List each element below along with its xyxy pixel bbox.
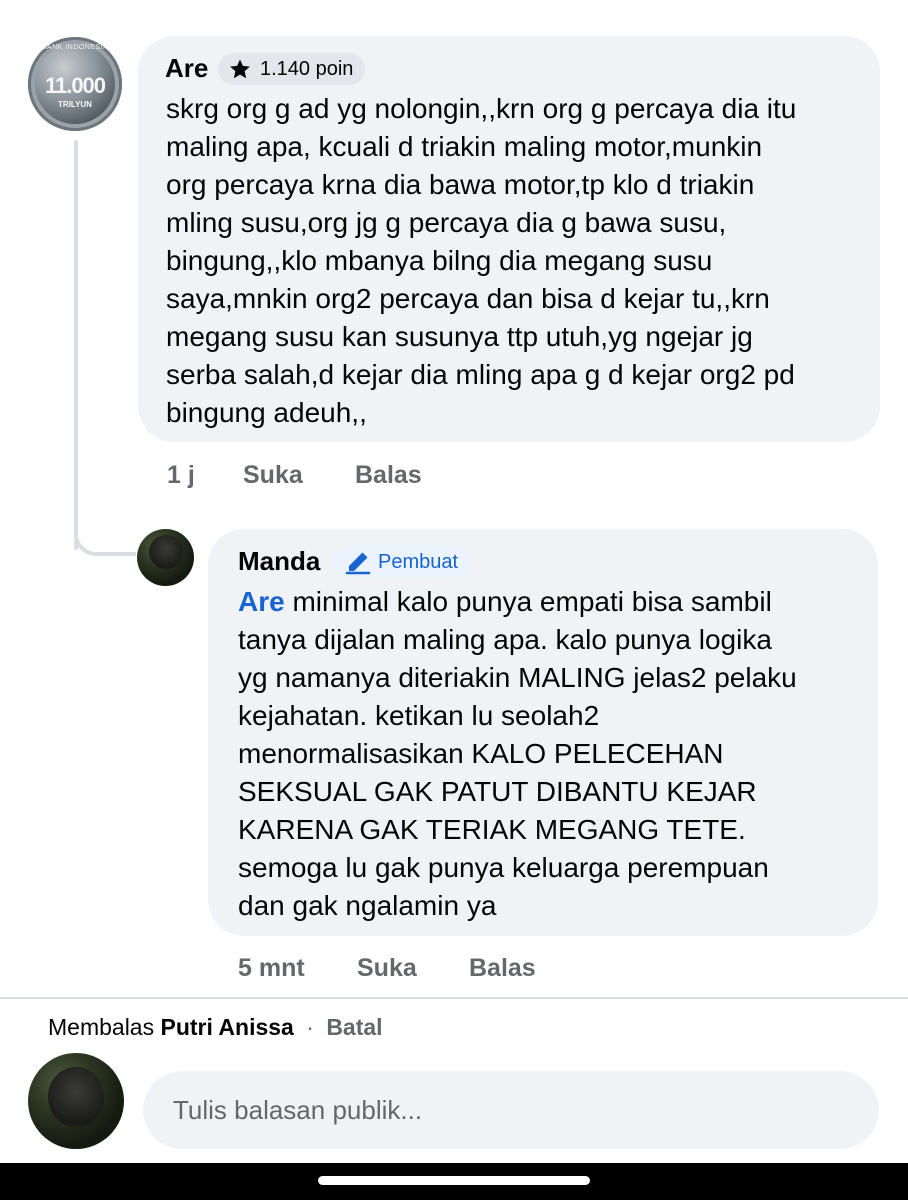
comment-timestamp[interactable]: 1 j <box>167 460 195 490</box>
points-badge[interactable]: 1.140 poin <box>218 53 366 85</box>
replying-prefix: Membalas <box>48 1014 155 1040</box>
commenter-avatar[interactable]: BANK INDONESIA 11.000 TRILYUN <box>28 37 122 131</box>
thread-connector-line <box>74 140 78 550</box>
reply-text-first-line: minimal kalo punya empati bisa sambil <box>284 586 772 617</box>
reply-input[interactable] <box>143 1071 879 1149</box>
reply-author-avatar[interactable] <box>137 529 194 586</box>
composer-divider <box>0 997 908 999</box>
cancel-reply-button[interactable]: Batal <box>326 1014 382 1040</box>
creator-badge: Pembuat <box>334 546 471 578</box>
comment-reply-button[interactable]: Balas <box>355 460 422 490</box>
system-navigation-bar <box>0 1163 908 1200</box>
mention-link[interactable]: Are <box>238 586 285 617</box>
reply-author-name[interactable]: Manda <box>238 546 320 576</box>
pencil-icon <box>345 552 371 575</box>
replying-separator: · <box>306 1014 314 1040</box>
coin-top-text: BANK INDONESIA <box>41 44 109 51</box>
reply-text: Are minimal kalo punya empati bisa sambi… <box>238 583 868 925</box>
coin-sub-text: TRILYUN <box>58 100 92 109</box>
reply-reply-button[interactable]: Balas <box>469 953 536 983</box>
current-user-avatar[interactable] <box>28 1053 124 1149</box>
comment-like-button[interactable]: Suka <box>243 460 303 490</box>
thread-connector-curve <box>74 520 136 556</box>
reply-text-rest: tanya dijalan maling apa. kalo punya log… <box>238 624 797 921</box>
creator-badge-label: Pembuat <box>378 550 459 573</box>
comment-text: skrg org g ad yg nolongin,,krn org g per… <box>166 93 797 428</box>
gesture-handle[interactable] <box>318 1176 590 1185</box>
points-badge-label: 1.140 poin <box>260 57 354 80</box>
replying-to-bar: Membalas Putri Anissa · Batal <box>48 1012 383 1042</box>
coin-value-text: 11.000 <box>44 73 106 98</box>
replying-to-name[interactable]: Putri Anissa <box>161 1014 294 1040</box>
star-icon <box>230 59 250 79</box>
comment-author-name[interactable]: Are <box>165 53 208 83</box>
reply-like-button[interactable]: Suka <box>357 953 417 983</box>
reply-timestamp[interactable]: 5 mnt <box>238 953 305 983</box>
